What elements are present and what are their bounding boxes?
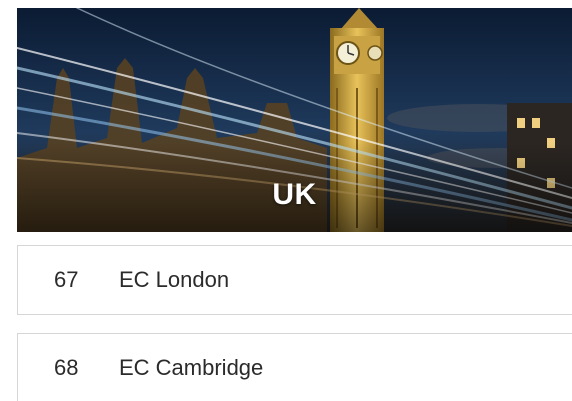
hero-title: UK <box>272 178 317 211</box>
location-item-ec-london[interactable]: 67 EC London <box>17 245 572 315</box>
location-name: EC London <box>119 267 230 292</box>
location-item-ec-cambridge[interactable]: 68 EC Cambridge <box>17 333 572 401</box>
location-number: 68 <box>54 354 79 380</box>
location-number: 67 <box>54 267 79 292</box>
location-name: EC Cambridge <box>119 354 264 380</box>
hero-banner[interactable]: UK <box>17 8 572 232</box>
